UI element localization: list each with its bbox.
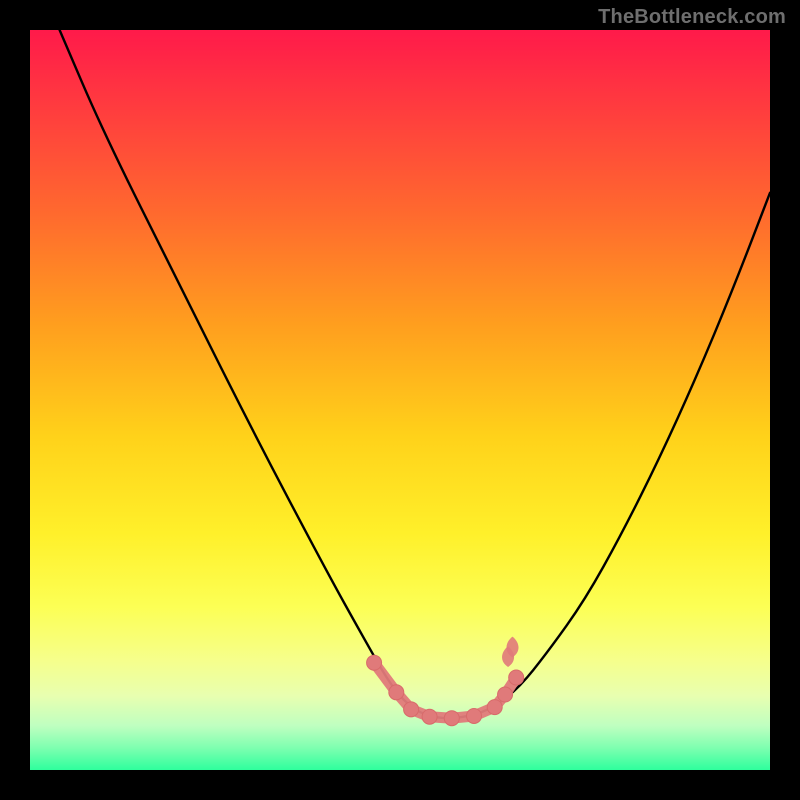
chart-frame: TheBottleneck.com: [0, 0, 800, 800]
marker-dot: [487, 700, 502, 715]
marker-dot: [444, 711, 459, 726]
marker-dot: [467, 708, 482, 723]
marker-dot: [509, 670, 524, 685]
watermark-text: TheBottleneck.com: [598, 6, 786, 29]
marker-dot: [422, 709, 437, 724]
marker-layer: [30, 30, 770, 770]
marker-dot: [404, 702, 419, 717]
marker-dot: [389, 685, 404, 700]
plot-area: [30, 30, 770, 770]
marker-dot: [367, 655, 382, 670]
marker-dot: [498, 687, 513, 702]
